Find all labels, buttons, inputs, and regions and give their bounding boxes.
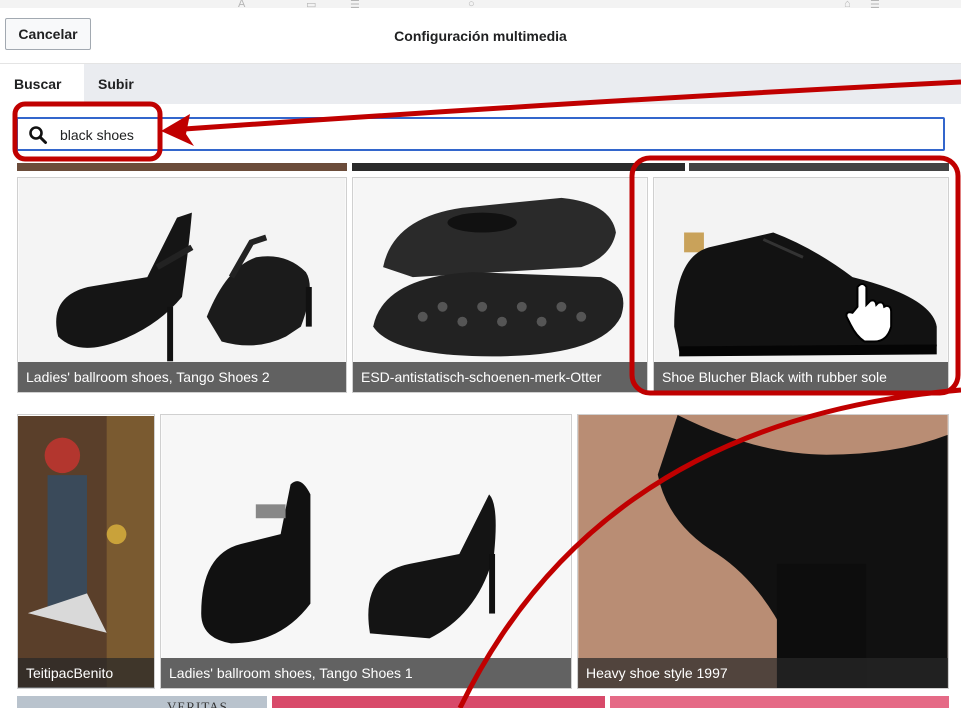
result-card[interactable]: Ladies' ballroom shoes, Tango Shoes 1 (160, 414, 572, 689)
result-thumbnail[interactable] (610, 696, 949, 708)
result-thumbnail[interactable] (17, 163, 347, 171)
result-thumbnail[interactable] (352, 163, 685, 171)
result-caption: TeitipacBenito (18, 658, 154, 688)
result-card[interactable]: TeitipacBenito (17, 414, 155, 689)
dialog-title: Configuración multimedia (394, 28, 567, 44)
search-icon (29, 126, 47, 144)
statue-thumbnail (18, 415, 154, 688)
partial-text: VERITAS (167, 699, 228, 708)
result-thumbnail[interactable]: VERITAS (17, 696, 267, 708)
shoe-thumbnail (654, 178, 948, 392)
result-card[interactable]: Ladies' ballroom shoes, Tango Shoes 2 (17, 177, 347, 393)
tab-search[interactable]: Buscar (0, 64, 84, 104)
result-thumbnail[interactable] (689, 163, 949, 171)
tab-bar: Buscar Subir (0, 64, 961, 104)
heel-photo (578, 415, 948, 688)
result-card[interactable]: Heavy shoe style 1997 (577, 414, 949, 689)
results-grid: Ladies' ballroom shoes, Tango Shoes 2 ES… (0, 163, 961, 708)
result-caption: Ladies' ballroom shoes, Tango Shoes 1 (161, 658, 571, 688)
dialog-header: Cancelar Configuración multimedia (0, 8, 961, 64)
shoe-thumbnail (18, 178, 346, 392)
result-thumbnail[interactable] (272, 696, 605, 708)
result-caption: Ladies' ballroom shoes, Tango Shoes 2 (18, 362, 346, 392)
shoe-thumbnail (353, 178, 647, 392)
search-input[interactable]: black shoes (60, 127, 134, 143)
result-caption: Shoe Blucher Black with rubber sole (654, 362, 948, 392)
media-settings-dialog: Cancelar Configuración multimedia Buscar… (0, 8, 961, 708)
tab-upload[interactable]: Subir (84, 64, 148, 104)
result-caption: Heavy shoe style 1997 (578, 658, 948, 688)
result-card[interactable]: ESD-antistatisch-schoenen-merk-Otter (352, 177, 648, 393)
result-card[interactable]: Shoe Blucher Black with rubber sole (653, 177, 949, 393)
result-caption: ESD-antistatisch-schoenen-merk-Otter (353, 362, 647, 392)
search-field[interactable]: black shoes (16, 117, 945, 151)
shoe-thumbnail (161, 415, 571, 688)
